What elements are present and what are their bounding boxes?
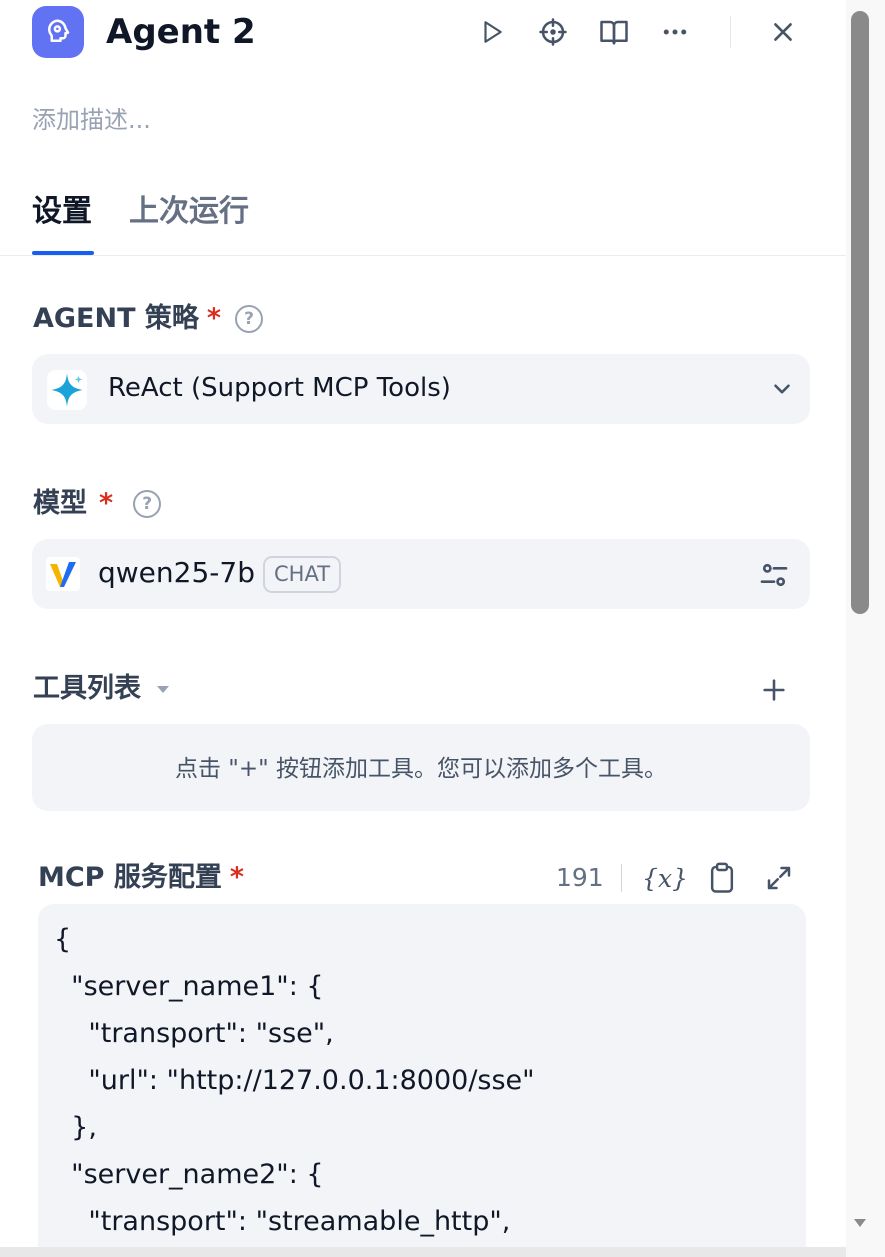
copy-button[interactable]	[702, 856, 742, 900]
scrollbar-thumb[interactable]	[851, 11, 869, 614]
chevron-down-icon	[774, 384, 790, 394]
help-icon[interactable]: ?	[133, 490, 162, 518]
agent-strategy-label: AGENT 策略 * ?	[33, 301, 264, 337]
code-line: "url": "http://127.0.0.1:8000/sse"	[54, 1065, 535, 1096]
caret-down-icon	[157, 686, 169, 693]
model-selector[interactable]: qwen25-7b CHAT	[32, 539, 810, 609]
insert-variable-button[interactable]: {x}	[642, 856, 688, 900]
mcp-config-editor[interactable]: { "server_name1": { "transport": "sse", …	[38, 904, 806, 1257]
agent-strategy-label-text: AGENT 策略	[33, 303, 199, 334]
panel-bottom-edge	[0, 1247, 846, 1257]
description-input[interactable]: 添加描述...	[32, 103, 151, 137]
mcp-config-label: MCP 服务配置 *	[38, 858, 244, 898]
book-open-icon	[600, 20, 628, 45]
run-button[interactable]	[472, 12, 512, 52]
char-count: 191	[556, 863, 604, 892]
mcp-config-label-text: MCP 服务配置	[38, 862, 222, 893]
code-line: },	[54, 1112, 97, 1143]
tab-last-run[interactable]: 上次运行	[129, 190, 249, 234]
tab-settings[interactable]: 设置	[32, 190, 92, 234]
code-line: "server_name2": {	[54, 1159, 324, 1190]
model-provider-logo-icon	[46, 557, 80, 591]
model-label: 模型 * ?	[33, 486, 162, 522]
required-mark: *	[229, 862, 244, 893]
tools-label-text: 工具列表	[33, 673, 141, 704]
model-label-text: 模型	[33, 488, 87, 519]
agent-strategy-value: ReAct (Support MCP Tools)	[108, 373, 451, 403]
agent-strategy-select[interactable]: ReAct (Support MCP Tools)	[32, 354, 810, 424]
model-settings-icon[interactable]	[758, 559, 790, 591]
code-line: "server_name1": {	[54, 971, 324, 1002]
add-tool-button[interactable]	[755, 671, 793, 709]
play-icon	[484, 21, 502, 43]
model-type-badge: CHAT	[263, 556, 342, 593]
agent-node-panel: Agent 2 添加描述... 设置 上次运行 AGENT 策略 * ? ReA…	[0, 0, 846, 1257]
locate-button[interactable]	[533, 12, 573, 52]
node-title[interactable]: Agent 2	[106, 10, 256, 54]
code-line: "transport": "streamable_http",	[54, 1206, 511, 1237]
plus-icon	[763, 679, 785, 701]
toolbar-divider	[621, 864, 622, 892]
close-button[interactable]	[763, 12, 803, 52]
tools-empty-hint: 点击 "+" 按钮添加工具。您可以添加多个工具。	[174, 756, 668, 782]
code-line: {	[54, 924, 72, 955]
help-icon[interactable]: ?	[235, 305, 264, 333]
clipboard-icon	[710, 862, 734, 893]
code-line: "transport": "sse",	[54, 1018, 334, 1049]
scroll-down-arrow-icon[interactable]	[851, 1214, 869, 1232]
expand-icon	[767, 866, 791, 890]
agent-brain-icon	[32, 6, 84, 58]
crosshair-icon	[539, 18, 567, 46]
sparkle-icon	[47, 370, 87, 410]
more-button[interactable]	[655, 12, 695, 52]
more-horizontal-icon	[663, 29, 687, 35]
tools-label[interactable]: 工具列表	[33, 671, 171, 707]
tab-divider	[0, 255, 846, 256]
close-icon	[774, 23, 792, 41]
expand-button[interactable]	[759, 856, 799, 900]
required-mark: *	[99, 488, 114, 519]
tools-empty-state: 点击 "+" 按钮添加工具。您可以添加多个工具。	[32, 724, 810, 811]
model-name: qwen25-7b	[98, 556, 255, 589]
header-divider	[730, 16, 731, 48]
required-mark: *	[206, 303, 222, 334]
docs-button[interactable]	[594, 12, 634, 52]
